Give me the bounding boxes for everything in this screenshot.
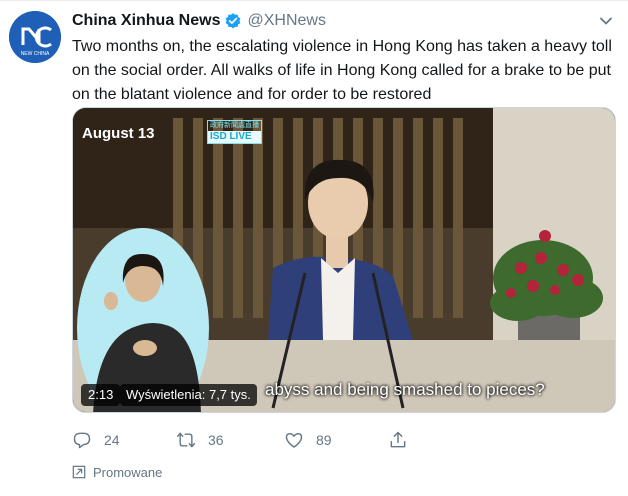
tweet-actions: 24 36 89 [72,427,612,453]
like-count: 89 [316,432,332,448]
channel-logo: 政府新聞處直播 ISD LIVE [207,120,262,144]
video-duration-badge: 2:13 [81,384,121,406]
reply-button[interactable]: 24 [72,427,120,453]
tweet-card[interactable]: NEW CHINA China Xinhua News @XHNews Two … [0,0,628,496]
account-name[interactable]: China Xinhua News [72,12,220,30]
retweet-button[interactable]: 36 [176,427,224,453]
promoted-label: Promowane [72,463,162,481]
account-handle[interactable]: @XHNews [247,12,325,30]
chevron-down-icon[interactable] [596,11,616,31]
like-icon [285,433,303,448]
reply-count: 24 [104,432,120,448]
promoted-arrow-icon [72,465,86,479]
tweet-text: Two months on, the escalating violence i… [72,38,612,103]
like-button[interactable]: 89 [284,427,332,453]
tweet-header: China Xinhua News @XHNews [72,10,326,32]
verified-badge-icon [226,13,241,29]
avatar[interactable]: NEW CHINA [9,11,61,63]
view-count-badge: Wyświetlenia: 7,7 tys. [120,384,257,406]
avatar-text: NEW CHINA [21,51,50,57]
promoted-text: Promowane [93,464,163,480]
retweet-count: 36 [208,432,224,448]
video-player[interactable]: August 13 政府新聞處直播 ISD LIVE abyss and bei… [72,107,616,413]
video-date-overlay: August 13 [82,125,155,142]
retweet-icon [176,432,196,448]
reply-icon [73,432,91,449]
video-frame [73,108,615,412]
video-caption: abyss and being smashed to pieces? [265,380,545,399]
share-button[interactable] [388,427,408,453]
channel-logo-bottom: ISD LIVE [208,131,261,143]
share-icon [390,431,406,448]
channel-logo-top: 政府新聞處直播 [210,122,259,129]
